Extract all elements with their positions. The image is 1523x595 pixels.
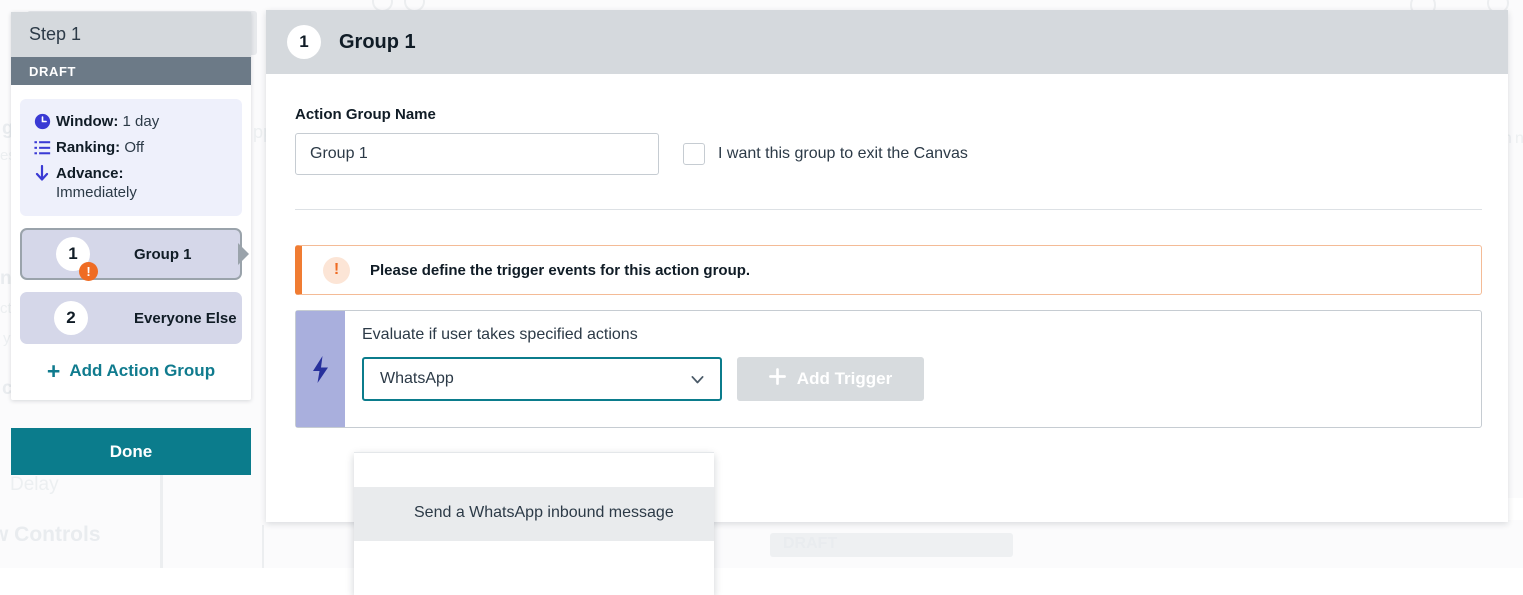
- dropdown-top-spacer: [354, 453, 714, 487]
- info-ranking-label: Ranking:: [56, 139, 121, 156]
- action-group-panel: 1 Group 1 Action Group Name I want this …: [266, 10, 1508, 522]
- step-card-body: Window: 1 day Ranking: Off Advance: Imme…: [11, 85, 251, 400]
- lightning-bolt-icon: [296, 311, 345, 427]
- step-status-badge: DRAFT: [11, 57, 251, 85]
- info-row-window: Window: 1 day: [34, 112, 228, 131]
- plus-icon: [768, 368, 786, 390]
- ranking-list-icon: [34, 138, 56, 157]
- info-window-text: Window: 1 day: [56, 112, 159, 131]
- info-row-ranking: Ranking: Off: [34, 138, 228, 157]
- sidebar-group-item-1[interactable]: 1 ! Group 1: [20, 228, 249, 281]
- action-group-name-input[interactable]: [295, 133, 659, 175]
- sidebar-group-item-label: Everyone Else: [134, 309, 237, 327]
- background-ghost-label: w Controls: [0, 523, 101, 546]
- clock-icon: [34, 112, 56, 131]
- add-action-group-button[interactable]: + Add Action Group: [20, 354, 242, 388]
- info-window-label: Window:: [56, 113, 119, 130]
- trigger-body: Evaluate if user takes specified actions…: [345, 311, 1481, 427]
- name-and-exit-row: I want this group to exit the Canvas: [295, 133, 1482, 175]
- background-ghost-label: DRAFT: [783, 535, 838, 552]
- trigger-type-dropdown: Send a WhatsApp inbound message: [354, 452, 714, 595]
- group-selected-arrow-icon: [238, 243, 249, 265]
- trigger-controls: WhatsApp Add Trigger: [362, 357, 1481, 401]
- step-title: Step 1: [11, 12, 251, 57]
- section-divider: [295, 209, 1482, 210]
- info-ranking-value: Off: [124, 139, 145, 156]
- sidebar-group-item-2[interactable]: 2 Everyone Else: [20, 292, 242, 344]
- info-advance-label: Advance:: [56, 165, 124, 182]
- page-title: Group 1: [339, 30, 416, 53]
- exit-canvas-checkbox[interactable]: [683, 143, 705, 165]
- background-ghost-label: y: [3, 330, 11, 347]
- add-action-group-label: Add Action Group: [69, 361, 216, 380]
- trigger-card: Evaluate if user takes specified actions…: [295, 310, 1482, 428]
- trigger-warning-banner: ! Please define the trigger events for t…: [295, 245, 1482, 295]
- panel-header-number-badge: 1: [287, 25, 321, 59]
- trigger-type-select[interactable]: WhatsApp: [362, 357, 722, 401]
- dropdown-option-whatsapp-inbound[interactable]: Send a WhatsApp inbound message: [354, 487, 714, 541]
- dropdown-option-placeholder[interactable]: [354, 541, 714, 595]
- group-number-badge: 2: [54, 301, 88, 335]
- chevron-down-icon: [689, 371, 706, 388]
- sidebar-group-item-label: Group 1: [134, 245, 192, 263]
- info-window-value: 1 day: [122, 113, 160, 130]
- panel-header: 1 Group 1: [266, 10, 1508, 74]
- down-arrow-icon: [34, 164, 56, 183]
- step-summary-box: Window: 1 day Ranking: Off Advance: Imme…: [20, 99, 242, 216]
- background-ghost-label: n: [1515, 130, 1523, 147]
- exit-canvas-label: I want this group to exit the Canvas: [718, 145, 968, 162]
- add-trigger-button[interactable]: Add Trigger: [737, 357, 924, 401]
- action-group-name-label: Action Group Name: [295, 106, 436, 123]
- step-card: Step 1 DRAFT Window: 1 day Ranking: Off …: [11, 12, 251, 400]
- background-draft-badge: [770, 533, 1013, 557]
- info-row-advance: Advance: Immediately: [34, 164, 228, 202]
- info-advance-text: Advance: Immediately: [56, 164, 137, 202]
- background-ghost-label: ct: [0, 300, 12, 317]
- panel-body: Action Group Name I want this group to e…: [266, 74, 1508, 428]
- exclamation-icon: !: [323, 256, 350, 284]
- group-warning-icon: !: [79, 262, 98, 281]
- background-vertical-rule-2: [262, 525, 264, 568]
- trigger-type-select-value: WhatsApp: [380, 370, 454, 387]
- info-advance-value: Immediately: [56, 184, 137, 201]
- done-button[interactable]: Done: [11, 428, 251, 475]
- exit-canvas-checkbox-wrap[interactable]: I want this group to exit the Canvas: [683, 143, 968, 165]
- info-ranking-text: Ranking: Off: [56, 138, 144, 157]
- add-trigger-label: Add Trigger: [796, 369, 893, 388]
- trigger-caption: Evaluate if user takes specified actions: [362, 326, 638, 343]
- trigger-warning-message: Please define the trigger events for thi…: [370, 261, 751, 279]
- background-ghost-label: Delay: [10, 474, 59, 495]
- background-vertical-rule: [160, 466, 163, 568]
- plus-icon: +: [46, 357, 61, 384]
